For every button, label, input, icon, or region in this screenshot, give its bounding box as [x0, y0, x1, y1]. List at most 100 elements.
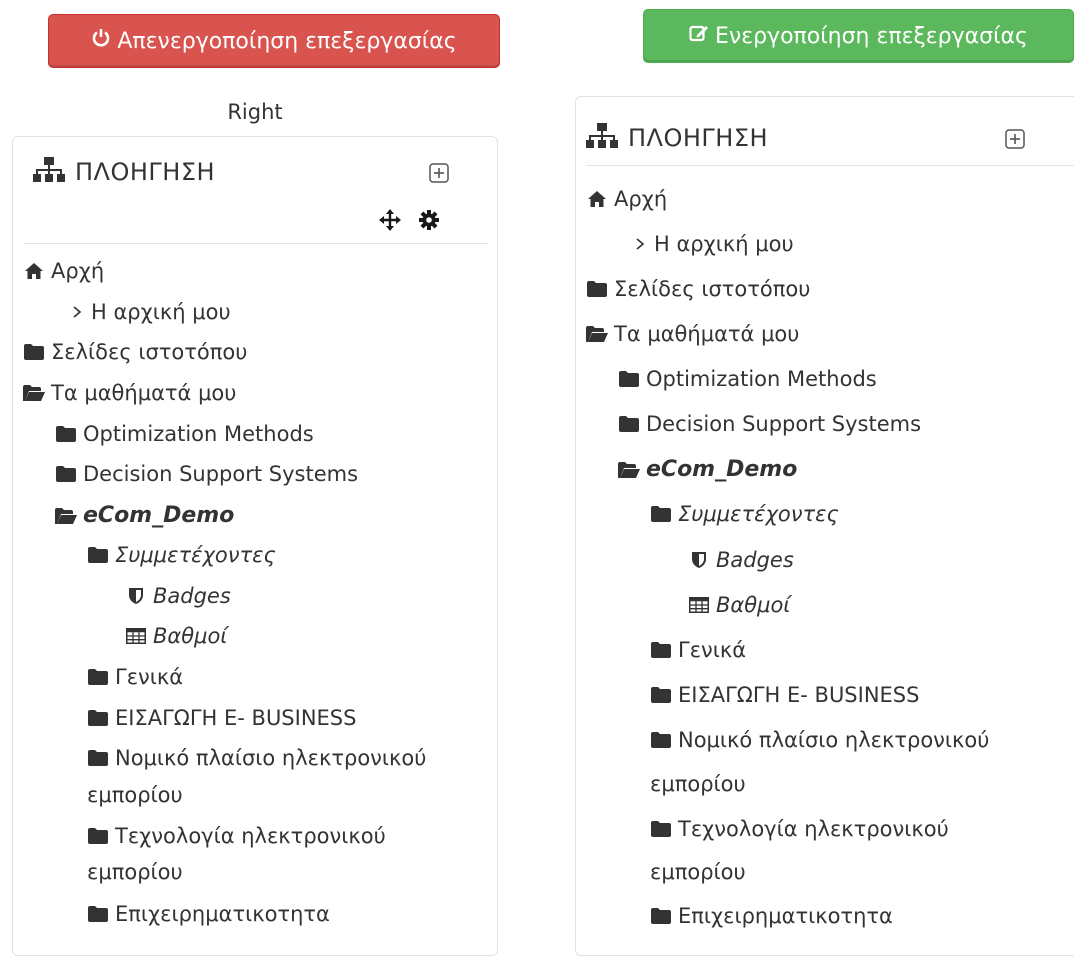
edit-icon: [689, 23, 709, 49]
participants-label: Συμμετέχοντες: [678, 502, 839, 526]
block-header: ΠΛΟΗΓΗΣΗ: [586, 123, 768, 153]
tree-item-section-business[interactable]: Επιχειρηματικοτητα: [87, 902, 330, 926]
block-controls: [379, 209, 439, 235]
section-label: Τεχνολογία ηλεκτρονικού: [678, 817, 949, 841]
section-label-continued: εμπορίου: [650, 860, 746, 884]
folder-icon: [650, 729, 672, 751]
folder-icon: [87, 825, 109, 847]
disable-editing-button[interactable]: Απενεργοποίηση επεξεργασίας: [48, 14, 500, 68]
tree-item-section-business[interactable]: Επιχειρηματικοτητα: [650, 904, 893, 928]
region-label: Right: [227, 100, 283, 124]
folder-open-icon: [23, 382, 45, 404]
folder-icon: [55, 423, 77, 445]
course-label: Optimization Methods: [646, 367, 877, 391]
tree-item-section-tech[interactable]: Τεχνολογία ηλεκτρονικού: [87, 824, 386, 848]
shield-icon: [688, 549, 710, 571]
tree-item-section-general[interactable]: Γενικά: [87, 665, 183, 689]
expand-icon[interactable]: [429, 163, 449, 187]
course-label: Decision Support Systems: [646, 412, 922, 436]
table-icon: [688, 594, 710, 616]
tree-item-section-general[interactable]: Γενικά: [650, 638, 746, 662]
tree-item-participants[interactable]: Συμμετέχοντες: [650, 502, 839, 526]
tree-item-section-intro[interactable]: ΕΙΣΑΓΩΓΗ Ε- BUSINESS: [650, 683, 919, 707]
folder-icon: [650, 905, 672, 927]
folder-icon: [87, 666, 109, 688]
my-home-label: Η αρχική μου: [91, 300, 231, 324]
power-icon: [91, 28, 111, 54]
expand-icon[interactable]: [1005, 129, 1025, 153]
block-header: ΠΛΟΗΓΗΣΗ: [33, 157, 215, 187]
sitemap-icon: [586, 123, 618, 153]
tree-item-badges[interactable]: Badges: [125, 584, 231, 608]
tree-item-grades[interactable]: Βαθμοί: [125, 624, 227, 648]
site-pages-label: Σελίδες ιστοτόπου: [51, 340, 248, 364]
tree-item-grades[interactable]: Βαθμοί: [688, 593, 790, 617]
tree-item-my-home[interactable]: Η αρχική μου: [69, 300, 231, 324]
current-course-label: eCom_Demo: [83, 503, 235, 528]
my-courses-label: Τα μαθήματά μου: [51, 381, 237, 405]
grades-label: Βαθμοί: [716, 593, 791, 617]
enable-editing-button[interactable]: Ενεργοποίηση επεξεργασίας: [643, 9, 1074, 63]
tree-item-site-pages[interactable]: Σελίδες ιστοτόπου: [586, 277, 810, 301]
folder-icon: [23, 341, 45, 363]
folder-open-icon: [618, 459, 640, 481]
folder-icon: [87, 903, 109, 925]
home-icon: [23, 260, 45, 282]
tree-item-course-1[interactable]: Decision Support Systems: [618, 412, 921, 436]
tree-item-section-legal[interactable]: Νομικό πλαίσιο ηλεκτρονικού: [650, 728, 989, 752]
sitemap-icon: [33, 157, 65, 187]
section-label: ΕΙΣΑΓΩΓΗ Ε- BUSINESS: [115, 706, 357, 730]
folder-icon: [586, 278, 608, 300]
tree-item-site-pages[interactable]: Σελίδες ιστοτόπου: [23, 340, 247, 364]
section-label: Νομικό πλαίσιο ηλεκτρονικού: [678, 728, 990, 752]
section-label-continued: εμπορίου: [87, 783, 183, 807]
move-icon[interactable]: [379, 209, 401, 235]
tree-item-course-0[interactable]: Optimization Methods: [55, 422, 314, 446]
home-label: Αρχή: [51, 259, 105, 283]
enable-editing-label: Ενεργοποίηση επεξεργασίας: [715, 23, 1028, 49]
tree-item-section-intro[interactable]: ΕΙΣΑΓΩΓΗ Ε- BUSINESS: [87, 706, 356, 730]
header-divider: [23, 243, 489, 244]
home-icon: [586, 188, 608, 210]
folder-icon: [87, 707, 109, 729]
section-label-continued: εμπορίου: [87, 860, 183, 884]
folder-icon: [618, 413, 640, 435]
tree-item-home[interactable]: Αρχή: [23, 259, 104, 283]
chevron-right-icon: [632, 233, 648, 255]
tree-item-section-legal[interactable]: Νομικό πλαίσιο ηλεκτρονικού: [87, 746, 426, 770]
navigation-block-editing: ΠΛΟΗΓΗΣΗ Αρχή Η αρχική μου Σελίδες ιστοτ…: [12, 136, 498, 956]
block-title: ΠΛΟΗΓΗΣΗ: [75, 158, 216, 186]
tree-item-my-courses[interactable]: Τα μαθήματά μου: [586, 322, 799, 346]
folder-icon: [650, 503, 672, 525]
section-label: ΕΙΣΑΓΩΓΗ Ε- BUSINESS: [678, 683, 920, 707]
navigation-block-normal: ΠΛΟΗΓΗΣΗ Αρχή Η αρχική μου Σελίδες ιστοτ…: [575, 96, 1074, 956]
course-label: Optimization Methods: [83, 422, 314, 446]
tree-item-home[interactable]: Αρχή: [586, 187, 667, 211]
tree-item-my-courses[interactable]: Τα μαθήματά μου: [23, 381, 236, 405]
gear-icon[interactable]: [419, 210, 439, 234]
header-divider: [586, 165, 1074, 166]
my-home-label: Η αρχική μου: [654, 232, 794, 256]
tree-item-participants[interactable]: Συμμετέχοντες: [87, 543, 276, 567]
section-label-continued: εμπορίου: [650, 772, 746, 796]
tree-item-my-home[interactable]: Η αρχική μου: [632, 232, 794, 256]
badges-label: Badges: [153, 584, 231, 608]
folder-icon: [650, 639, 672, 661]
tree-item-section-tech[interactable]: Τεχνολογία ηλεκτρονικού: [650, 817, 949, 841]
folder-icon: [55, 463, 77, 485]
home-label: Αρχή: [614, 187, 668, 211]
folder-icon: [87, 544, 109, 566]
section-label: Επιχειρηματικοτητα: [678, 904, 893, 928]
badges-label: Badges: [716, 548, 794, 572]
tree-item-badges[interactable]: Badges: [688, 548, 794, 572]
section-label: Τεχνολογία ηλεκτρονικού: [115, 824, 386, 848]
tree-item-current-course[interactable]: eCom_Demo: [55, 503, 234, 528]
table-icon: [125, 625, 147, 647]
folder-icon: [650, 684, 672, 706]
tree-item-current-course[interactable]: eCom_Demo: [618, 457, 797, 482]
site-pages-label: Σελίδες ιστοτόπου: [614, 277, 811, 301]
tree-item-course-0[interactable]: Optimization Methods: [618, 367, 877, 391]
section-label: Νομικό πλαίσιο ηλεκτρονικού: [115, 746, 427, 770]
tree-item-course-1[interactable]: Decision Support Systems: [55, 462, 358, 486]
participants-label: Συμμετέχοντες: [115, 543, 276, 567]
